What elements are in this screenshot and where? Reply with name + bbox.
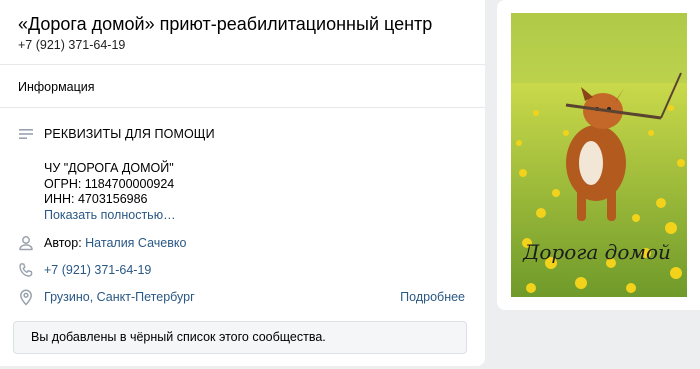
photo-caption: Дорога домой (522, 240, 671, 264)
community-header: «Дорога домой» приют-реабилитационный це… (18, 13, 467, 52)
community-photo-card: Дорога домой (497, 0, 700, 310)
author-row: Автор: Наталия Сачевко (16, 233, 186, 253)
requisites-inn: ИНН: 4703156986 (44, 192, 148, 206)
location-row: Грузино, Санкт-Петербург (16, 287, 195, 307)
show-more-link[interactable]: Показать полностью… (44, 208, 176, 224)
phone-icon (16, 260, 36, 280)
requisites-org: ЧУ "ДОРОГА ДОМОЙ" (44, 161, 174, 175)
community-title: «Дорога домой» приют-реабилитационный це… (18, 14, 433, 34)
requisites-title: РЕКВИЗИТЫ ДЛЯ ПОМОЩИ (44, 127, 215, 141)
phone-row: +7 (921) 371-64-19 (16, 260, 151, 280)
blacklist-notice: Вы добавлены в чёрный список этого сообщ… (13, 321, 467, 354)
tab-information[interactable]: Информация (18, 80, 95, 94)
community-phone-subtitle: +7 (921) 371-64-19 (18, 38, 126, 52)
divider (0, 64, 485, 65)
divider (0, 107, 485, 108)
requisites-row: РЕКВИЗИТЫ ДЛЯ ПОМОЩИ (16, 124, 215, 144)
text-lines-icon (16, 124, 36, 144)
location-more-link[interactable]: Подробнее (400, 290, 465, 304)
community-avatar-photo[interactable]: Дорога домой (511, 13, 687, 297)
requisites-ogrn: ОГРН: 1184700000924 (44, 176, 175, 191)
location-link[interactable]: Грузино, Санкт-Петербург (44, 290, 195, 304)
author-label: Автор: (44, 236, 82, 250)
community-info-card: «Дорога домой» приют-реабилитационный це… (0, 0, 485, 366)
author-link[interactable]: Наталия Сачевко (85, 236, 186, 250)
requisites-body: ЧУ "ДОРОГА ДОМОЙ" ОГРН: 1184700000924 ИН… (44, 161, 176, 223)
location-pin-icon (16, 287, 36, 307)
phone-link[interactable]: +7 (921) 371-64-19 (44, 263, 151, 277)
user-icon (16, 233, 36, 253)
